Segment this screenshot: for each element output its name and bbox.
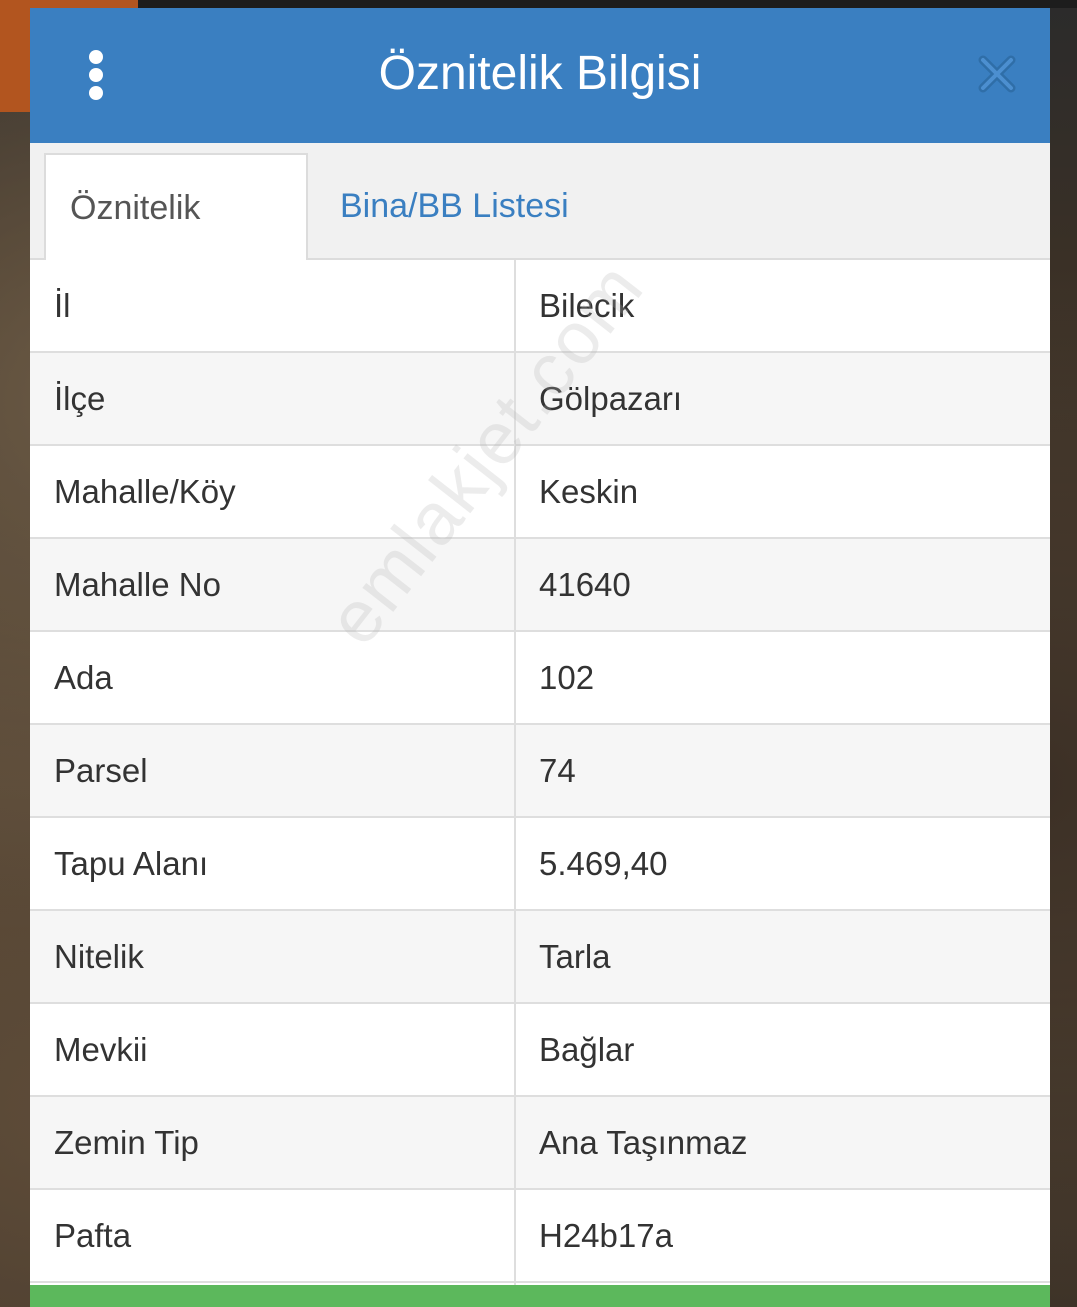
attribute-info-dialog: Öznitelik Bilgisi Öznitelik Bilgisi Bina… [30, 8, 1050, 1307]
tab-building-list[interactable]: Bina/BB Listesi [316, 153, 593, 260]
attribute-key: Nitelik [54, 938, 144, 975]
attribute-key: Ada [54, 659, 113, 696]
attribute-key: Mahalle No [54, 566, 221, 603]
attribute-value: 102 [539, 659, 595, 696]
attribute-table: İl Bilecik İlçe Gölpazarı Mahalle/Köy Ke… [30, 260, 1050, 1283]
attribute-value: 74 [539, 752, 576, 789]
dialog-title: Öznitelik Bilgisi [378, 47, 702, 100]
attribute-key: İl [54, 287, 71, 324]
attribute-value: Bağlar [539, 1031, 635, 1068]
attribute-key: Mahalle/Köy [54, 473, 236, 510]
attribute-value: Bilecik [539, 287, 635, 324]
attribute-value: Keskin [539, 473, 639, 510]
table-row: Parsel 74 [30, 725, 1050, 818]
table-row: İlçe Gölpazarı [30, 353, 1050, 446]
attribute-key: İlçe [54, 380, 106, 417]
table-row: Pafta H24b17a [30, 1190, 1050, 1283]
attribute-value: H24b17a [539, 1217, 673, 1254]
attribute-key: Zemin Tip [54, 1124, 199, 1161]
footer-action-bar[interactable] [30, 1285, 1050, 1307]
attribute-value: 41640 [539, 566, 631, 603]
attribute-key: Mevkii [54, 1031, 148, 1068]
map-top-bar [138, 0, 1077, 8]
column-divider [514, 260, 516, 1285]
attribute-key: Pafta [54, 1217, 132, 1254]
table-row: Mahalle/Köy Keskin [30, 446, 1050, 539]
table-row: Nitelik Tarla [30, 911, 1050, 1004]
attribute-value: 5.469,40 [539, 845, 668, 882]
attribute-key: Parsel [54, 752, 148, 789]
table-row: Ada 102 [30, 632, 1050, 725]
table-row: Mahalle No 41640 [30, 539, 1050, 632]
tab-attribute-info[interactable]: Öznitelik Bilgisi [44, 153, 308, 334]
table-row: Zemin Tip Ana Taşınmaz [30, 1097, 1050, 1190]
attribute-value: Tarla [539, 938, 611, 975]
table-row: İl Bilecik [30, 260, 1050, 353]
attribute-value: Gölpazarı [539, 380, 683, 417]
tab-bar: Öznitelik Bilgisi Bina/BB Listesi [30, 143, 1050, 334]
dialog-header: Öznitelik Bilgisi [30, 8, 1050, 143]
table-row: Tapu Alanı 5.469,40 [30, 818, 1050, 911]
attribute-value: Ana Taşınmaz [539, 1124, 748, 1161]
table-row: Mevkii Bağlar [30, 1004, 1050, 1097]
close-icon[interactable] [975, 52, 1019, 96]
attribute-key: Tapu Alanı [54, 845, 209, 882]
